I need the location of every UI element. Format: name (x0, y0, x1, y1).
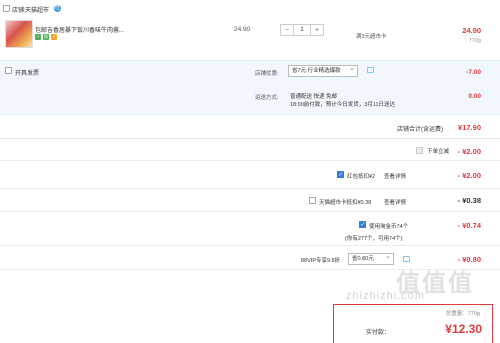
supermarket-card-value: - ¥0.38 (457, 196, 481, 205)
vip-discount-select[interactable]: 省0.80元 (348, 252, 394, 265)
item-subtotal: 24.90 (462, 26, 481, 35)
payable-label: 实付款： (366, 330, 391, 336)
product-title-link[interactable]: 包邮吉香居暴下饭川香味牛肉酱... (35, 25, 124, 34)
shop-discount-amount: -7.00 (466, 69, 481, 76)
shop-header: 店铺: 天猫超市 旺 (0, 0, 500, 18)
shipping-fee: 0.00 (468, 93, 481, 100)
invoice-checkbox[interactable] (5, 67, 12, 74)
supermarket-card-row: 天猫超市卡抵扣¥0.38 查看详情 - ¥0.38 (0, 189, 500, 212)
supermarket-card-details-link[interactable]: 查看详情 (384, 198, 406, 206)
taojinbi-checkbox[interactable] (359, 221, 366, 229)
shop-total-value: ¥17.90 (458, 123, 481, 132)
red-packet-label: 红包抵扣¥2 (347, 174, 376, 180)
shop-label: 店铺: (12, 8, 26, 14)
red-packet-checkbox[interactable] (337, 171, 344, 179)
shipping-label: 运送方式: (255, 95, 279, 101)
taojinbi-available-note: (你有277个，可用74个) (345, 236, 403, 242)
guarantee-tag-icon: 保 (43, 34, 49, 40)
quantity-plus-button[interactable]: + (311, 25, 323, 35)
watermark-text: zhizhizhi.com (346, 290, 426, 302)
quantity-input[interactable]: 1 (293, 25, 311, 35)
payment-summary-box: 总重量：770g 实付款： ¥12.30 (333, 304, 493, 343)
instant-discount-checkbox[interactable] (416, 147, 423, 155)
order-discount-row: 下单立减 - ¥2.00 (0, 139, 500, 161)
total-weight: 总重量：770g (445, 311, 480, 317)
wangwang-chat-icon[interactable]: 旺 (54, 5, 61, 12)
promo-note: 满3元超市卡 (356, 34, 387, 40)
service-tag-icon: 7 (35, 34, 41, 40)
taojinbi-label: 使用淘金币74个 (369, 224, 409, 230)
supermarket-card-checkbox[interactable] (309, 197, 316, 204)
invoice-label: 开具发票 (15, 71, 40, 77)
vip-discount-label: 88VIP专享9.5折 (301, 258, 341, 264)
shop-options-panel: 开具发票 店铺优惠: 省7元:行业精选爆款 -7.00 运送方式: 普通配送 快… (0, 60, 500, 115)
red-packet-details-link[interactable]: 查看详情 (384, 172, 406, 180)
shop-checkbox[interactable] (3, 5, 10, 12)
shop-discount-label: 店铺优惠: (255, 71, 279, 77)
shipping-methods: 普通配送 快递 免邮 (290, 94, 338, 100)
item-weight: 770g (468, 38, 481, 44)
unit-price: 24.90 (234, 26, 251, 33)
instant-discount-label: 下单立减 (427, 149, 450, 155)
shop-discount-select[interactable]: 省7元:行业精选爆款 (288, 65, 358, 77)
instant-discount-value: - ¥2.00 (457, 147, 481, 156)
red-packet-row: 红包抵扣¥2 查看详情 - ¥2.00 (0, 161, 500, 189)
taojinbi-row: 使用淘金币74个 (你有277个，可用74个) - ¥0.74 (0, 212, 500, 246)
message-icon[interactable] (367, 67, 374, 73)
quantity-stepper: − 1 + (280, 24, 324, 36)
product-image[interactable] (5, 20, 33, 48)
badge-tag-icon: ✦ (51, 34, 57, 40)
shop-total-row: 店铺合计(含运费) ¥17.90 (0, 115, 500, 139)
red-packet-value: - ¥2.00 (457, 171, 481, 180)
shipping-eta: 18:00前付款，预计今日发货，3月11日送达 (290, 102, 396, 108)
shop-name-link[interactable]: 天猫超市 (25, 5, 49, 14)
supermarket-card-label: 天猫超市卡抵扣¥0.38 (319, 200, 372, 206)
taojinbi-value: - ¥0.74 (457, 221, 481, 230)
cart-item-row: 包邮吉香居暴下饭川香味牛肉酱... 7 保 ✦ 24.90 − 1 + 满3元超… (0, 18, 500, 60)
quantity-minus-button[interactable]: − (281, 25, 293, 35)
vip-info-icon[interactable] (403, 256, 410, 262)
payable-amount: ¥12.30 (445, 322, 482, 336)
shop-total-label: 店铺合计(含运费) (397, 127, 443, 133)
